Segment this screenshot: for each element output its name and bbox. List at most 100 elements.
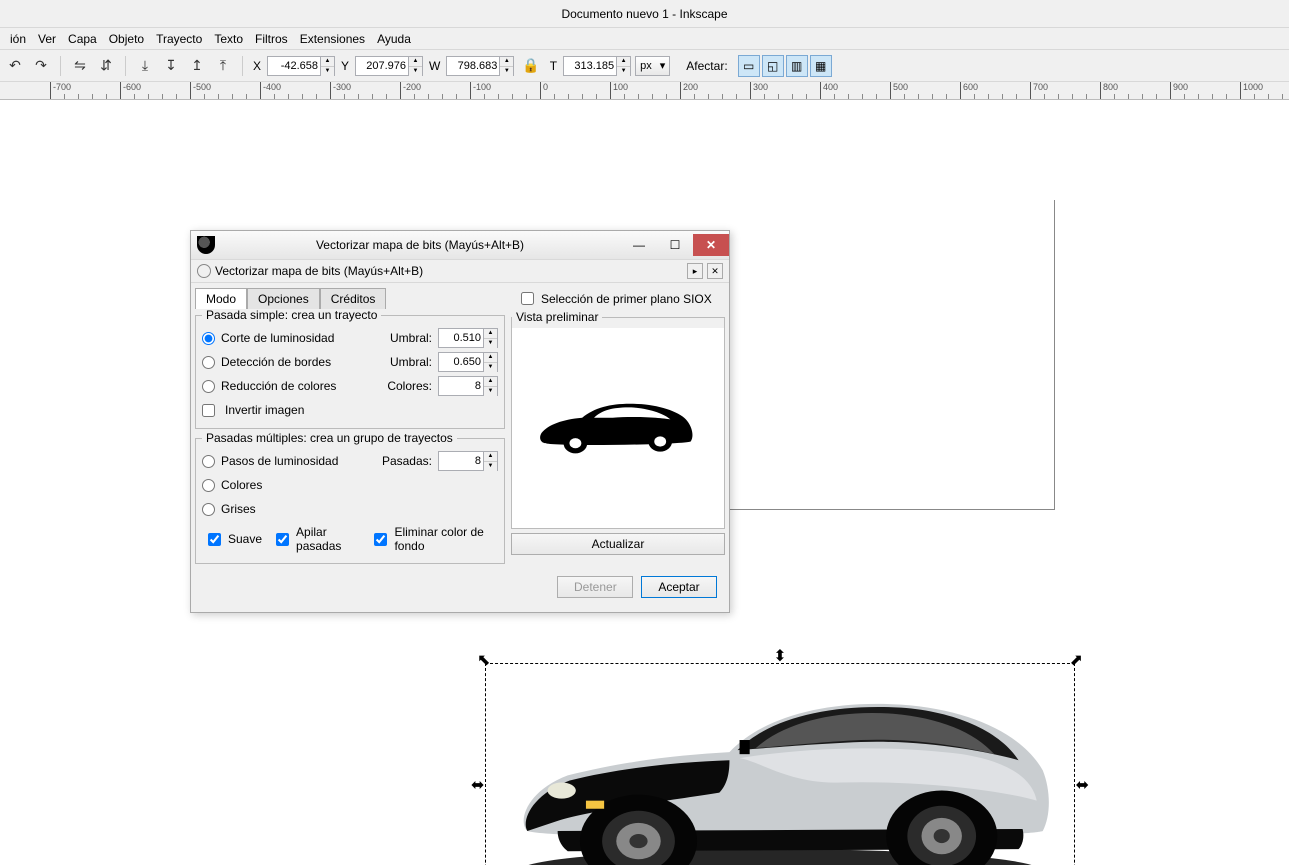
menu-item[interactable]: Ayuda	[371, 30, 417, 48]
menu-item[interactable]: Ver	[32, 30, 62, 48]
grays-radio[interactable]: Grises	[202, 502, 498, 516]
dialog-title-bar[interactable]: Vectorizar mapa de bits (Mayús+Alt+B) — …	[191, 231, 729, 259]
colors-count-input[interactable]: ▲▼	[438, 376, 498, 396]
car-silhouette-icon	[533, 394, 703, 462]
menu-item[interactable]: Capa	[62, 30, 103, 48]
resize-handle-ne[interactable]: ⬈	[1070, 653, 1083, 669]
preview-image	[512, 328, 724, 528]
resize-handle-nw[interactable]: ⬉	[477, 653, 490, 669]
rotate-cw-icon[interactable]: ↷	[30, 55, 52, 77]
affect-corners-icon[interactable]: ◱	[762, 55, 784, 77]
raise-icon[interactable]: ↥	[186, 55, 208, 77]
menu-item[interactable]: Texto	[208, 30, 249, 48]
ruler-tick: -200	[400, 82, 421, 100]
lock-icon[interactable]: 🔒	[518, 57, 543, 74]
update-button[interactable]: Actualizar	[511, 533, 725, 555]
dock-close-icon[interactable]: ✕	[707, 263, 723, 279]
brightness-steps-radio[interactable]: Pasos de luminosidad	[202, 454, 371, 468]
colors-radio[interactable]: Colores	[202, 478, 498, 492]
window-title-bar: Documento nuevo 1 - Inkscape	[0, 0, 1289, 28]
color-quantization-radio[interactable]: Reducción de colores	[202, 379, 371, 393]
invert-checkbox[interactable]: Invertir imagen	[202, 403, 498, 417]
tool-options-bar: ↶ ↷ ⇋ ⇵ ⤓ ↧ ↥ ⤒ X ▲▼ Y ▲▼ W ▲▼ 🔒 T ▲▼ px…	[0, 50, 1289, 82]
y-input[interactable]: ▲▼	[355, 56, 423, 76]
threshold-label: Umbral:	[377, 355, 432, 369]
dock-prev-icon[interactable]: ▸	[687, 263, 703, 279]
x-input[interactable]: ▲▼	[267, 56, 335, 76]
multiple-scans-legend: Pasadas múltiples: crea un grupo de tray…	[202, 431, 457, 445]
affect-stroke-icon[interactable]: ▭	[738, 55, 760, 77]
single-scan-legend: Pasada simple: crea un trayecto	[202, 308, 381, 322]
smooth-checkbox[interactable]: Suave	[204, 525, 262, 553]
unit-select[interactable]: px▾	[635, 56, 670, 76]
separator	[125, 56, 126, 76]
menu-item[interactable]: ión	[4, 30, 32, 48]
maximize-button[interactable]: ☐	[657, 234, 693, 256]
tab-mode[interactable]: Modo	[195, 288, 247, 309]
spinner-buttons[interactable]: ▲▼	[408, 57, 422, 75]
lower-icon[interactable]: ↧	[160, 55, 182, 77]
ruler-tick: 400	[820, 82, 838, 100]
rotate-ccw-icon[interactable]: ↶	[4, 55, 26, 77]
spinner-buttons[interactable]: ▲▼	[616, 57, 630, 75]
inkscape-icon	[197, 236, 215, 254]
car-image[interactable]	[497, 675, 1063, 865]
y-field[interactable]	[356, 57, 408, 75]
menu-item[interactable]: Extensiones	[294, 30, 371, 48]
t-label: T	[548, 59, 559, 73]
edge-detection-radio[interactable]: Detección de bordes	[202, 355, 371, 369]
scans-count-input[interactable]: ▲▼	[438, 451, 498, 471]
t-input[interactable]: ▲▼	[563, 56, 631, 76]
dialog-footer: Detener Aceptar	[195, 566, 725, 608]
stack-scans-checkbox[interactable]: Apilar pasadas	[272, 525, 360, 553]
resize-handle-e[interactable]: ⬌	[1076, 778, 1089, 794]
menu-item[interactable]: Objeto	[103, 30, 150, 48]
close-button[interactable]: ✕	[693, 234, 729, 256]
ruler-tick: 500	[890, 82, 908, 100]
lower-to-bottom-icon[interactable]: ⤓	[134, 55, 156, 77]
ruler-tick: -500	[190, 82, 211, 100]
resize-handle-n[interactable]: ⬍	[773, 649, 786, 665]
tab-options[interactable]: Opciones	[247, 288, 320, 309]
spinner-buttons[interactable]: ▲▼	[499, 57, 513, 75]
brightness-cutoff-radio[interactable]: Corte de luminosidad	[202, 331, 371, 345]
ruler-tick: 100	[610, 82, 628, 100]
colors-label: Colores:	[377, 379, 432, 393]
dialog-title: Vectorizar mapa de bits (Mayús+Alt+B)	[219, 238, 621, 252]
trace-bitmap-dialog: Vectorizar mapa de bits (Mayús+Alt+B) — …	[190, 230, 730, 613]
siox-checkbox[interactable]: Selección de primer plano SIOX	[511, 287, 725, 310]
preview-fieldset: Vista preliminar	[511, 310, 725, 529]
w-input[interactable]: ▲▼	[446, 56, 514, 76]
minimize-button[interactable]: —	[621, 234, 657, 256]
menu-item[interactable]: Trayecto	[150, 30, 208, 48]
canvas[interactable]: Vectorizar mapa de bits (Mayús+Alt+B) — …	[0, 100, 1289, 865]
tab-credits[interactable]: Créditos	[320, 288, 387, 309]
ruler-tick: 900	[1170, 82, 1188, 100]
resize-handle-w[interactable]: ⬌	[471, 778, 484, 794]
ruler-tick: -600	[120, 82, 141, 100]
single-scan-fieldset: Pasada simple: crea un trayecto Corte de…	[195, 308, 505, 429]
affect-pattern-icon[interactable]: ▦	[810, 55, 832, 77]
x-field[interactable]	[268, 57, 320, 75]
ruler-tick: 0	[540, 82, 548, 100]
ok-button[interactable]: Aceptar	[641, 576, 717, 598]
spinner-buttons[interactable]: ▲▼	[320, 57, 334, 75]
t-field[interactable]	[564, 57, 616, 75]
stop-button[interactable]: Detener	[557, 576, 633, 598]
y-label: Y	[339, 59, 351, 73]
menu-item[interactable]: Filtros	[249, 30, 294, 48]
flip-horizontal-icon[interactable]: ⇋	[69, 55, 91, 77]
w-field[interactable]	[447, 57, 499, 75]
chevron-down-icon: ▾	[660, 59, 666, 72]
x-label: X	[251, 59, 263, 73]
affect-label: Afectar:	[674, 59, 729, 73]
ruler-tick: 300	[750, 82, 768, 100]
raise-to-top-icon[interactable]: ⤒	[212, 55, 234, 77]
brightness-threshold-input[interactable]: ▲▼	[438, 328, 498, 348]
edge-threshold-input[interactable]: ▲▼	[438, 352, 498, 372]
affect-gradient-icon[interactable]: ▥	[786, 55, 808, 77]
flip-vertical-icon[interactable]: ⇵	[95, 55, 117, 77]
remove-background-checkbox[interactable]: Eliminar color de fondo	[370, 525, 496, 553]
ruler-tick: -400	[260, 82, 281, 100]
selected-object[interactable]: ⬉ ⬍ ⬈ ⬌ ⬌ ⬋ ⬍ ⬊	[485, 663, 1075, 865]
